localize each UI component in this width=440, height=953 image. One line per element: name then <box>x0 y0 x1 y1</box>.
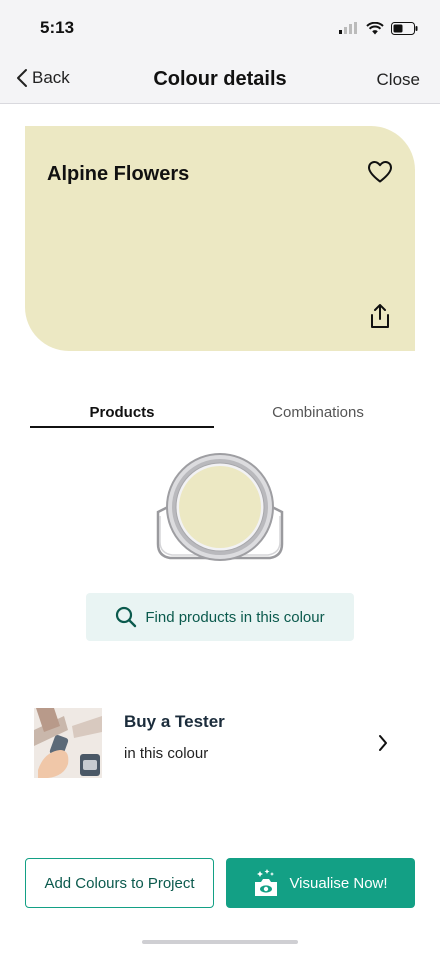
home-indicator <box>142 940 298 944</box>
add-colours-to-project-button[interactable]: Add Colours to Project <box>25 858 214 908</box>
status-bar: 5:13 <box>0 0 440 56</box>
colour-name: Alpine Flowers <box>47 163 190 185</box>
camera-sparkle-icon <box>255 869 278 896</box>
close-button[interactable]: Close <box>377 70 420 90</box>
share-icon[interactable] <box>369 303 391 329</box>
visualise-now-button[interactable]: Visualise Now! <box>226 858 415 908</box>
find-products-label: Find products in this colour <box>145 608 325 626</box>
search-icon <box>116 606 137 628</box>
chevron-right-icon <box>379 735 387 751</box>
wifi-icon <box>366 21 384 34</box>
status-time: 5:13 <box>40 18 75 37</box>
tester-title: Buy a Tester <box>124 712 225 731</box>
tabs: Products Combinations <box>30 398 410 430</box>
tab-products[interactable]: Products <box>30 398 214 428</box>
buy-tester-row[interactable]: Buy a Tester in this colour <box>34 708 406 780</box>
battery-icon <box>391 21 418 35</box>
paint-tin-icon <box>156 453 284 561</box>
tester-subtitle: in this colour <box>124 745 209 762</box>
find-products-button[interactable]: Find products in this colour <box>86 593 354 641</box>
nav-bar: Back Colour details Close <box>0 56 440 104</box>
signal-icon <box>339 22 357 34</box>
colour-swatch: Alpine Flowers <box>25 126 415 351</box>
tab-combinations[interactable]: Combinations <box>226 398 410 428</box>
status-icons <box>339 19 418 37</box>
page-title: Colour details <box>153 68 287 90</box>
heart-icon[interactable] <box>367 160 393 184</box>
visualise-now-label: Visualise Now! <box>289 874 388 892</box>
tester-image <box>34 708 102 778</box>
